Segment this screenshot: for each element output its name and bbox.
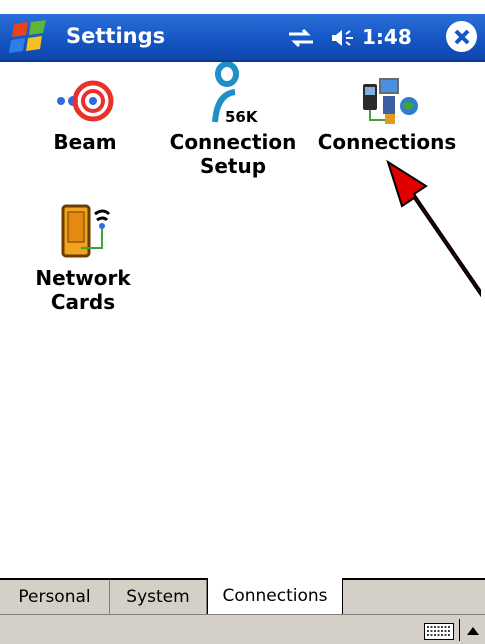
settings-item-connections[interactable]: Connections (312, 76, 462, 154)
clock[interactable]: 1:48 (362, 25, 412, 49)
tab-label: System (126, 587, 190, 607)
item-label: Connection Setup (169, 130, 297, 178)
app-title: Settings (66, 24, 166, 48)
sip-arrow-icon[interactable] (466, 625, 480, 637)
connectivity-icon[interactable] (287, 29, 315, 47)
settings-item-network-cards[interactable]: Network Cards (28, 198, 138, 314)
network-cards-icon (61, 204, 111, 258)
tab-bar: Personal System Connections (0, 578, 485, 615)
annotation-arrow (386, 159, 481, 298)
tab-label: Connections (222, 586, 328, 606)
windows-start-icon[interactable] (8, 20, 54, 54)
badge-56k: 56K (225, 108, 259, 126)
menu-bar (0, 614, 485, 644)
top-margin (0, 0, 485, 14)
tab-system[interactable]: System (110, 579, 207, 614)
settings-item-connection-setup[interactable]: 56K Connection Setup (168, 61, 298, 178)
close-button[interactable] (446, 21, 477, 52)
tab-label: Personal (18, 587, 91, 607)
close-icon (454, 29, 469, 44)
beam-icon (57, 80, 114, 122)
connection-setup-icon: 56K (212, 61, 259, 126)
tab-bar-filler (343, 579, 485, 614)
settings-item-beam[interactable]: Beam (40, 76, 130, 154)
tab-personal[interactable]: Personal (0, 579, 110, 614)
item-label: Beam (53, 130, 117, 154)
tab-connections[interactable]: Connections (207, 578, 343, 615)
item-label: Network Cards (35, 266, 131, 314)
title-bar: Settings 1:48 (0, 14, 485, 62)
speaker-icon[interactable] (331, 29, 355, 47)
keyboard-icon[interactable] (424, 623, 454, 640)
menu-separator (459, 619, 460, 641)
connections-icon (363, 78, 418, 124)
